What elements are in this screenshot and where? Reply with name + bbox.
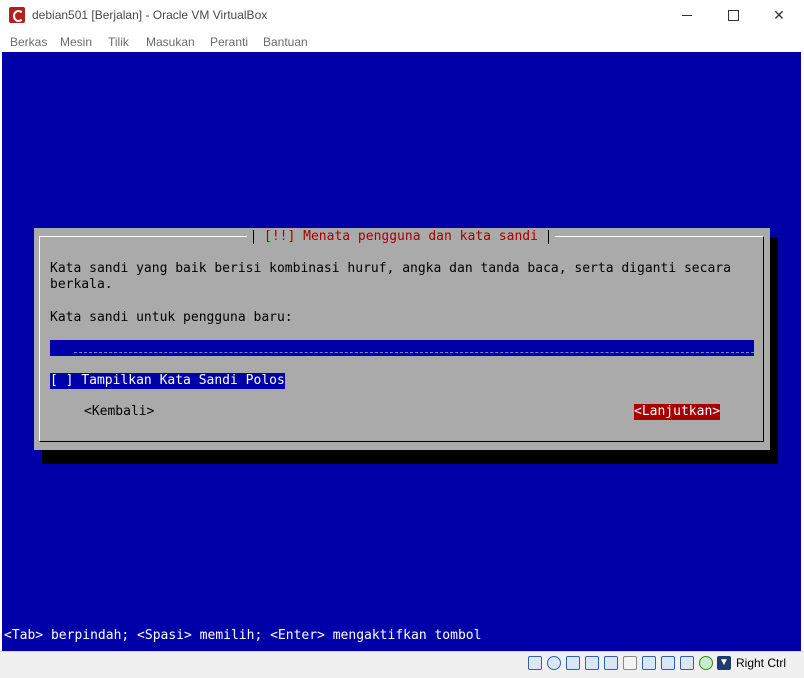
vm-display[interactable]: [!!] Menata pengguna dan kata sandi Kata… [2, 52, 801, 651]
network-icon[interactable] [585, 656, 599, 670]
menu-tilik[interactable]: Tilik [108, 35, 129, 49]
dialog-description-line2: berkala. [50, 277, 113, 292]
maximize-icon [727, 9, 739, 21]
password-prompt: Kata sandi untuk pengguna baru: [50, 310, 293, 325]
title-bar-right [547, 229, 549, 244]
keyboard-arrow-icon[interactable]: ▼ [717, 656, 731, 670]
video-capture-icon[interactable] [661, 656, 675, 670]
dialog-title: [!!] Menata pengguna dan kata sandi [264, 229, 538, 244]
virtualbox-app-icon [9, 7, 25, 23]
dialog-shadow-bottom [42, 450, 778, 464]
host-key-label: Right Ctrl [736, 656, 787, 670]
menu-masukan[interactable]: Masukan [146, 35, 195, 49]
keyboard-hint: <Tab> berpindah; <Spasi> memilih; <Enter… [4, 628, 482, 643]
menu-peranti[interactable]: Peranti [210, 35, 248, 49]
menu-bantuan[interactable]: Bantuan [263, 35, 308, 49]
menu-berkas[interactable]: Berkas [10, 35, 47, 49]
display-icon[interactable] [642, 656, 656, 670]
continue-button[interactable]: <Lanjutkan> [634, 404, 721, 420]
password-input[interactable]: *** [50, 340, 754, 356]
dialog-title-bar: [!!] Menata pengguna dan kata sandi [247, 228, 555, 245]
mouse-integration-icon[interactable] [699, 656, 713, 670]
usb-icon[interactable] [604, 656, 618, 670]
virtualization-icon[interactable] [680, 656, 694, 670]
password-field-underline [74, 352, 754, 353]
hard-disk-icon[interactable] [528, 656, 542, 670]
installer-dialog: [!!] Menata pengguna dan kata sandi Kata… [34, 228, 770, 450]
window-title: debian501 [Berjalan] - Oracle VM Virtual… [32, 8, 268, 22]
show-password-checkbox[interactable]: [ ] Tampilkan Kata Sandi Polos [50, 373, 285, 389]
close-button[interactable]: ✕ [756, 0, 802, 30]
back-button[interactable]: <Kembali> [84, 404, 154, 419]
minimize-button[interactable] [664, 0, 710, 30]
maximize-button[interactable] [710, 0, 756, 30]
shared-folders-icon[interactable] [623, 656, 637, 670]
audio-icon[interactable] [566, 656, 580, 670]
optical-drive-icon[interactable] [547, 656, 561, 670]
dialog-description-line1: Kata sandi yang baik berisi kombinasi hu… [50, 261, 731, 276]
menu-bar: Berkas Mesin Tilik Masukan Peranti Bantu… [0, 31, 804, 51]
close-icon: ✕ [773, 6, 785, 23]
minimize-icon [682, 14, 692, 16]
window-titlebar: debian501 [Berjalan] - Oracle VM Virtual… [0, 0, 804, 30]
menu-mesin[interactable]: Mesin [60, 35, 92, 49]
